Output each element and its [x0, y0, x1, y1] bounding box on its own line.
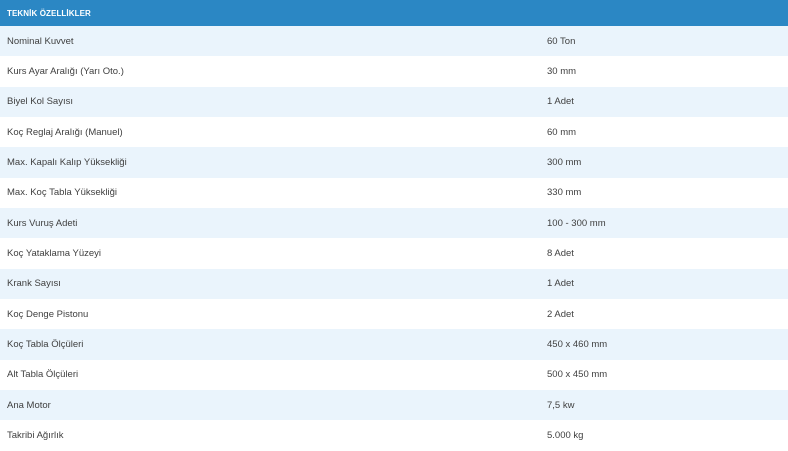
spec-value: 500 x 450 mm — [547, 359, 788, 391]
spec-value: 2 Adet — [547, 299, 788, 330]
spec-label: Koç Tabla Ölçüleri — [0, 329, 547, 360]
spec-label: Koç Yataklama Yüzeyi — [0, 238, 547, 269]
spec-label: Max. Kapalı Kalıp Yüksekliği — [0, 147, 547, 178]
table-row: Koç Yataklama Yüzeyi 8 Adet — [0, 238, 788, 269]
table-row: Koç Denge Pistonu 2 Adet — [0, 299, 788, 330]
spec-label: Max. Koç Tabla Yüksekliği — [0, 177, 547, 209]
table-title: TEKNİK ÖZELLİKLER — [0, 0, 788, 26]
table-row: Max. Koç Tabla Yüksekliği 330 mm — [0, 177, 788, 209]
table-row: Krank Sayısı 1 Adet — [0, 268, 788, 300]
spec-label: Nominal Kuvvet — [0, 26, 547, 57]
spec-label: Krank Sayısı — [0, 268, 547, 300]
spec-value: 30 mm — [547, 56, 788, 87]
table-row: Koç Reglaj Aralığı (Manuel) 60 mm — [0, 117, 788, 148]
spec-value: 1 Adet — [547, 86, 788, 118]
spec-value: 60 mm — [547, 117, 788, 148]
technical-specs-table: TEKNİK ÖZELLİKLER Nominal Kuvvet 60 Ton Ku… — [0, 0, 788, 451]
table-row: Alt Tabla Ölçüleri 500 x 450 mm — [0, 359, 788, 391]
spec-value: 60 Ton — [547, 26, 788, 57]
spec-value: 300 mm — [547, 147, 788, 178]
spec-label: Koç Denge Pistonu — [0, 299, 547, 330]
spec-value: 450 x 460 mm — [547, 329, 788, 360]
spec-label: Alt Tabla Ölçüleri — [0, 359, 547, 391]
spec-label: Takribi Ağırlık — [0, 420, 547, 451]
spec-label: Kurs Vuruş Adeti — [0, 208, 547, 239]
table-row: Kurs Ayar Aralığı (Yarı Oto.) 30 mm — [0, 56, 788, 87]
table-row: Ana Motor 7,5 kw — [0, 390, 788, 421]
table-row: Max. Kapalı Kalıp Yüksekliği 300 mm — [0, 147, 788, 178]
spec-label: Biyel Kol Sayısı — [0, 86, 547, 118]
spec-value: 330 mm — [547, 177, 788, 209]
spec-label: Kurs Ayar Aralığı (Yarı Oto.) — [0, 56, 547, 87]
spec-value: 1 Adet — [547, 268, 788, 300]
spec-label: Ana Motor — [0, 390, 547, 421]
spec-value: 7,5 kw — [547, 390, 788, 421]
spec-value: 100 - 300 mm — [547, 208, 788, 239]
table-header-row: TEKNİK ÖZELLİKLER — [0, 0, 788, 26]
table-row: Nominal Kuvvet 60 Ton — [0, 26, 788, 57]
spec-value: 8 Adet — [547, 238, 788, 269]
spec-value: 5.000 kg — [547, 420, 788, 451]
table-row: Takribi Ağırlık 5.000 kg — [0, 420, 788, 451]
table-row: Biyel Kol Sayısı 1 Adet — [0, 86, 788, 118]
spec-label: Koç Reglaj Aralığı (Manuel) — [0, 117, 547, 148]
table-row: Koç Tabla Ölçüleri 450 x 460 mm — [0, 329, 788, 360]
table-row: Kurs Vuruş Adeti 100 - 300 mm — [0, 208, 788, 239]
table-body: Nominal Kuvvet 60 Ton Kurs Ayar Aralığı (Y… — [0, 26, 788, 451]
